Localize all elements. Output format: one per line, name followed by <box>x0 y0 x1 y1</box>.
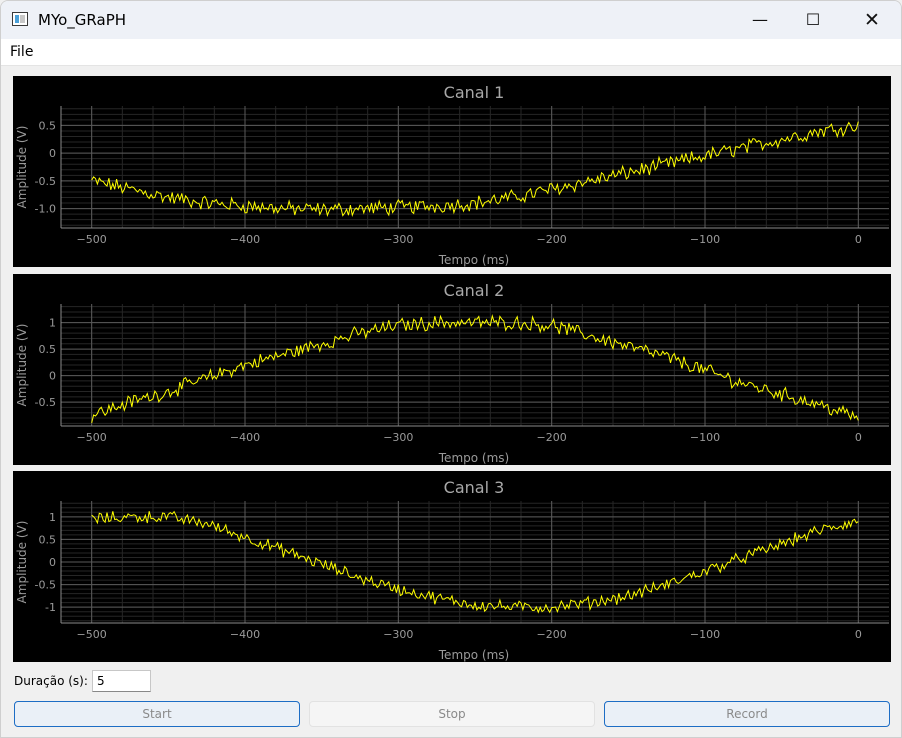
series-line-trace <box>91 314 859 424</box>
y-axis-label: Amplitude (V) <box>15 521 29 604</box>
plot-canal-3[interactable]: −500 −400 −300 −200 −100 0 1 0.5 0 -0.5 -1 Canal 3 T… <box>13 471 891 662</box>
start-button[interactable]: Start <box>14 701 300 727</box>
app-window: MYo_GRaPH — ☐ ✕ File −500 −400 −300 −200 −10… <box>0 0 902 738</box>
x-tick-label: 0 <box>855 628 862 641</box>
y-tick-label: -0.5 <box>35 175 56 188</box>
x-tick-label: −400 <box>230 233 260 246</box>
y-tick-label: 1 <box>49 317 56 330</box>
y-axis-label: Amplitude (V) <box>15 324 29 407</box>
duration-input[interactable] <box>92 670 151 692</box>
menu-bar: File <box>1 39 901 66</box>
y-tick-label: -0.5 <box>35 396 56 409</box>
stop-button[interactable]: Stop <box>309 701 595 727</box>
title-bar[interactable]: MYo_GRaPH — ☐ ✕ <box>1 1 901 39</box>
maximize-icon[interactable]: ☐ <box>790 1 836 39</box>
x-tick-label: −200 <box>537 628 567 641</box>
x-tick-label: −500 <box>77 628 107 641</box>
x-tick-label: −500 <box>77 431 107 444</box>
series-line-trace <box>91 121 859 217</box>
x-tick-label: −200 <box>537 233 567 246</box>
chart-title: Canal 1 <box>444 83 505 102</box>
y-tick-label: -0.5 <box>35 579 56 592</box>
x-tick-label: 0 <box>855 233 862 246</box>
x-axis-label: Tempo (ms) <box>438 648 509 662</box>
x-tick-label: −400 <box>230 628 260 641</box>
close-icon[interactable]: ✕ <box>849 1 895 39</box>
minimize-icon[interactable]: — <box>737 1 783 39</box>
x-tick-label: −200 <box>537 431 567 444</box>
x-tick-label: −500 <box>77 233 107 246</box>
y-axis-label: Amplitude (V) <box>15 126 29 209</box>
x-tick-label: −400 <box>230 431 260 444</box>
x-tick-label: −100 <box>690 628 720 641</box>
y-tick-label: 1 <box>49 511 56 524</box>
plot-canal-1[interactable]: −500 −400 −300 −200 −100 0 0.5 0 -0.5 -1.0 Canal 1… <box>13 76 891 267</box>
chart-canal-1: −500 −400 −300 −200 −100 0 0.5 0 -0.5 -1.0 Canal 1… <box>15 83 889 267</box>
y-tick-label: 0 <box>49 147 56 160</box>
x-tick-label: 0 <box>855 431 862 444</box>
y-tick-label: 0.5 <box>39 343 57 356</box>
x-tick-label: −300 <box>383 431 413 444</box>
menu-file[interactable]: File <box>10 44 33 60</box>
y-tick-label: -1.0 <box>35 203 56 216</box>
duration-label: Duração (s): <box>14 674 88 688</box>
x-tick-label: −300 <box>383 233 413 246</box>
y-tick-label: 0.5 <box>39 119 57 132</box>
chart-canal-2: −500 −400 −300 −200 −100 0 1 0.5 0 -0.5 Canal 2 Tem… <box>15 281 889 465</box>
y-tick-label: -1 <box>45 601 56 614</box>
x-axis-label: Tempo (ms) <box>438 253 509 267</box>
chart-canal-3: −500 −400 −300 −200 −100 0 1 0.5 0 -0.5 -1 Canal 3 T… <box>15 478 889 662</box>
y-tick-label: 0 <box>49 370 56 383</box>
y-tick-label: 0.5 <box>39 533 57 546</box>
plot-canal-2[interactable]: −500 −400 −300 −200 −100 0 1 0.5 0 -0.5 Canal 2 Tem… <box>13 274 891 465</box>
app-window-icon <box>12 12 28 26</box>
record-button[interactable]: Record <box>604 701 890 727</box>
x-tick-label: −100 <box>690 233 720 246</box>
x-tick-label: −300 <box>383 628 413 641</box>
chart-title: Canal 2 <box>444 281 505 300</box>
chart-title: Canal 3 <box>444 478 505 497</box>
window-title: MYo_GRaPH <box>38 11 127 29</box>
y-tick-label: 0 <box>49 556 56 569</box>
x-tick-label: −100 <box>690 431 720 444</box>
x-axis-label: Tempo (ms) <box>438 451 509 465</box>
